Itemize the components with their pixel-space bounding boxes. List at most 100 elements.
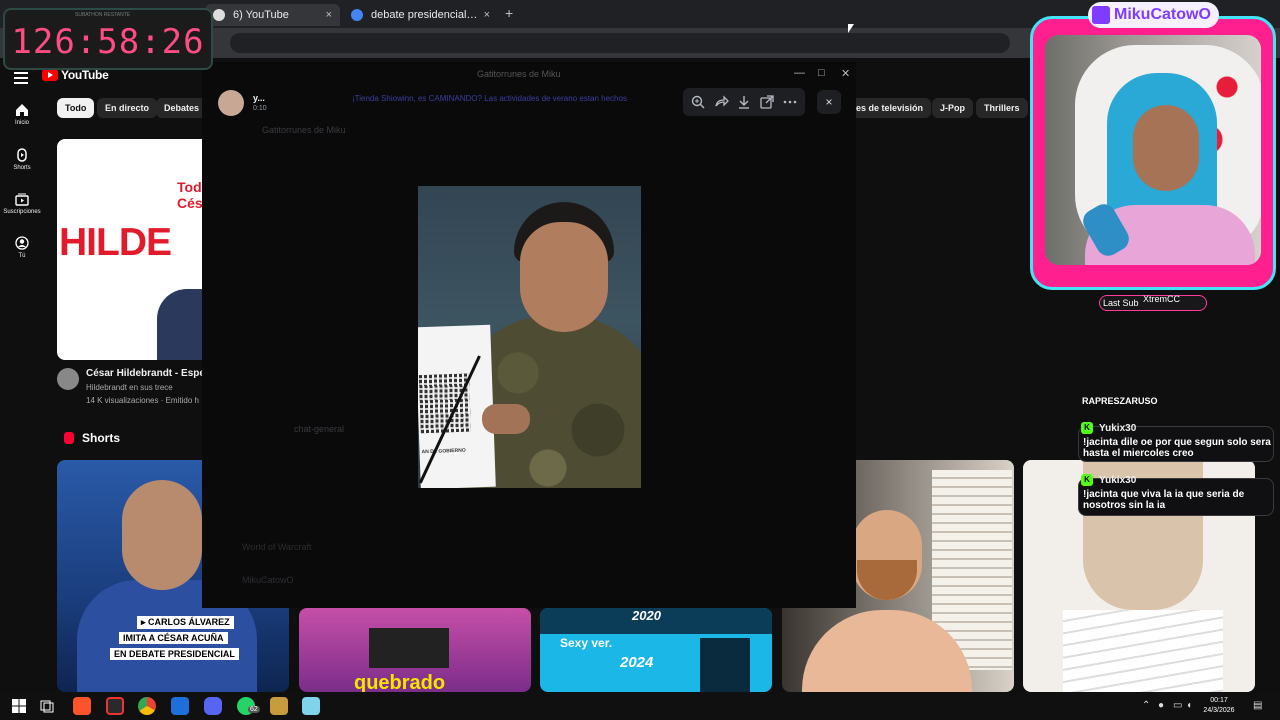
chat-message: K Yukix30 !jacinta dile oe por que segun… [1078, 422, 1274, 462]
video-channel[interactable]: Hildebrandt en sus trece [86, 383, 173, 392]
short-bandage [1063, 610, 1223, 692]
address-bar[interactable] [230, 33, 1010, 53]
shorts-logo-icon [64, 432, 74, 444]
chat-username-text: Yukix30 [1099, 474, 1137, 486]
kick-icon: K [1081, 474, 1093, 486]
user-name: MikuCatowO [242, 575, 294, 585]
window-close-icon[interactable]: ✕ [841, 67, 850, 80]
notepad-icon[interactable] [302, 697, 320, 715]
forward-icon[interactable] [712, 93, 730, 111]
last-sub-name: XtremCC [1143, 294, 1181, 304]
sidebar-item-shorts[interactable]: Shorts [0, 148, 44, 171]
short-caption: ▸ CARLOS ÁLVAREZ [137, 616, 234, 629]
channel-avatar[interactable] [57, 368, 79, 390]
game-launcher-icon[interactable] [270, 697, 288, 715]
image-viewer-header: y... 0:10 ¡Tienda Shiowinn, es CAMINANDO… [202, 86, 856, 122]
menu-icon[interactable] [14, 72, 28, 87]
twitch-icon [1092, 6, 1110, 24]
short-caption: 2024 [620, 654, 654, 671]
short-caption: IMITA A CÉSAR ACUÑA [119, 632, 228, 644]
thumbnail-caption: Tod Cés [177, 179, 202, 211]
obs-icon[interactable] [106, 697, 124, 715]
tab-youtube[interactable]: 6) YouTube × [205, 4, 340, 26]
viewer-close-button[interactable]: × [817, 90, 841, 114]
windows-start-icon[interactable] [10, 697, 28, 715]
brave-icon[interactable] [73, 697, 91, 715]
chip-debates[interactable]: Debates [156, 98, 208, 118]
short-graphic [700, 638, 750, 692]
sidebar-item-inicio[interactable]: Inicio [0, 103, 44, 126]
youtube-favicon-icon [213, 9, 225, 21]
viewed-image[interactable]: AN DE GOBIERNO [418, 186, 641, 488]
kick-icon: K [1081, 422, 1093, 434]
subathon-timer: SUBATHON RESTANTE 126:58:26 [3, 8, 213, 70]
app-icon[interactable] [171, 697, 189, 715]
chat-line-partial: RAPRESZARUSO [1082, 396, 1158, 406]
chat-message-text: !jacinta que viva la ia que seria de nos… [1083, 489, 1245, 511]
chrome-icon[interactable] [138, 697, 156, 715]
sidebar-item-suscripciones[interactable]: Suscripciones [0, 192, 44, 215]
short-card-2[interactable]: quebrado [299, 608, 531, 692]
discord-icon[interactable] [204, 697, 222, 715]
sidebar-item-label: Shorts [13, 165, 31, 171]
more-icon[interactable] [781, 93, 799, 111]
discord-window: Gatitorrunes de Miku — □ ✕ Gatitorrunes … [202, 62, 856, 608]
discord-window-title: Gatitorrunes de Miku [477, 69, 561, 79]
tab-close-icon[interactable]: × [326, 9, 332, 21]
short-caption: EN DEBATE PRESIDENCIAL [110, 648, 239, 660]
tab-debate[interactable]: debate presidencial 25 de marzo × [343, 4, 498, 26]
maximize-icon[interactable]: □ [818, 67, 825, 79]
taskbar [0, 692, 1280, 720]
thumbnail-person [157, 289, 202, 360]
activity-name: World of Warcraft [242, 542, 312, 552]
mouse-cursor-icon [848, 24, 854, 33]
tab-title: 6) YouTube [233, 9, 289, 21]
video-title[interactable]: César Hildebrandt - Especia [86, 368, 219, 379]
sidebar-item-label: Tú [18, 253, 26, 259]
uploader-name[interactable]: y... [253, 93, 265, 103]
youtube-play-icon [42, 69, 58, 81]
subscriptions-icon [15, 193, 29, 206]
channel-logo: MikuCatowO [1088, 2, 1219, 28]
volume-icon[interactable]: ◖ [1186, 700, 1192, 711]
chat-message-text: !jacinta dile oe por que segun solo sera… [1083, 437, 1271, 459]
network-icon[interactable]: ▭ [1173, 700, 1182, 711]
zoom-in-icon[interactable] [689, 93, 707, 111]
featured-video-thumbnail[interactable]: Tod Cés HILDE [57, 139, 202, 360]
short-beard [857, 560, 917, 600]
chip-j-pop[interactable]: J-Pop [932, 98, 974, 118]
chat-username: K Yukix30 [1081, 473, 1136, 487]
image-person-hand [482, 404, 530, 434]
chip-thrillers[interactable]: Thrillers [976, 98, 1028, 118]
shorts-heading: Shorts [64, 431, 120, 445]
timer-value: 126:58:26 [11, 22, 205, 62]
new-tab-button[interactable]: + [505, 5, 513, 21]
minimize-icon[interactable]: — [794, 67, 805, 79]
last-sub-widget: Last Sub XtremCC [1099, 294, 1207, 311]
shorts-heading-text: Shorts [82, 431, 121, 445]
chat-message: K Yukix30 !jacinta que viva la ia que se… [1078, 474, 1274, 516]
chip-todo[interactable]: Todo [57, 98, 95, 118]
microphone-tray-icon[interactable]: ● [1158, 700, 1164, 711]
download-icon[interactable] [735, 93, 753, 111]
open-external-icon[interactable] [758, 93, 776, 111]
sidebar-item-tu[interactable]: Tú [0, 236, 44, 259]
video-meta: 14 K visualizaciones · Emitido h [86, 396, 199, 405]
webcam-frame [1030, 16, 1276, 290]
short-card-3[interactable]: 2020 Sexy ver. 2024 [540, 608, 772, 692]
clock-date: 24/3/2026 [1203, 707, 1235, 714]
uploader-avatar[interactable] [218, 90, 244, 116]
google-favicon-icon [351, 9, 363, 21]
task-view-icon[interactable] [38, 697, 56, 715]
taskbar-clock[interactable]: 00:17 24/3/2026 [1196, 696, 1242, 716]
chip-en-directo[interactable]: En directo [97, 98, 158, 118]
discord-titlebar: Gatitorrunes de Miku — □ ✕ [202, 62, 856, 86]
notifications-icon[interactable]: ▤ [1253, 700, 1262, 711]
youtube-logo-text: YouTube [61, 68, 109, 82]
viewer-toolbar [683, 88, 805, 116]
short-face [122, 480, 202, 590]
tray-chevron-icon[interactable]: ⌃ [1142, 700, 1150, 711]
server-name: Gatitorrunes de Miku [262, 125, 346, 135]
youtube-logo[interactable]: YouTube [42, 68, 109, 82]
tab-close-icon[interactable]: × [484, 9, 490, 21]
